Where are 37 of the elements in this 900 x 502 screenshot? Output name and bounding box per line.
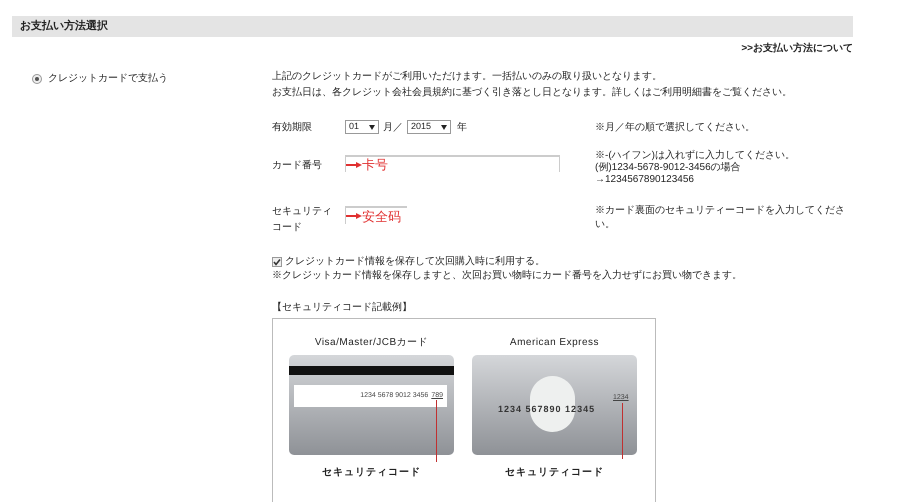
note-text: ※クレジットカード情報を保存しますと、次回お買い物時にカード番号を入力せずにお買い物できます。: [272, 270, 743, 282]
checkbox-label: クレジットカード情報を保存して次回購入時に利用する。: [285, 254, 545, 269]
hint-text: ※-(ハイフン)は入れずに入力してください。: [595, 150, 796, 162]
option-label: クレジットカードで支払う: [48, 72, 168, 86]
card-number-field[interactable]: 卡号: [345, 155, 560, 172]
hint-text: ※月／年の順で選択してください。: [595, 120, 756, 134]
caret-icon: [369, 124, 375, 130]
field-label: カード番号: [272, 158, 323, 173]
card-title: American Express: [510, 336, 600, 350]
annotation-text: 卡号: [362, 158, 388, 171]
hint-text: (例)1234-5678-9012-3456の場合: [595, 162, 742, 174]
notice-text: 上記のクレジットカードがご利用いただけます。一括払いのみの取り扱いとなります。: [272, 71, 663, 83]
leader-line: [622, 403, 623, 459]
payment-info-link[interactable]: >>お支払い方法について: [741, 41, 853, 56]
unit-label: 年: [457, 120, 467, 134]
unit-label: 月／: [383, 120, 403, 134]
section-title: お支払い方法選択: [20, 18, 108, 34]
example-title: 【セキュリティコード記載例】: [272, 300, 413, 315]
security-code-field[interactable]: 安全码: [345, 206, 407, 224]
annotation-text: 安全码: [362, 210, 401, 222]
notice-text: お支払日は、各クレジット会社会員規約に基づく引き落とし日となります。詳しくはご利用明細書をご覧ください。: [272, 87, 792, 99]
card-title: Visa/Master/JCBカード: [314, 336, 428, 350]
security-code-label: セキュリティコード: [322, 466, 421, 480]
year-select[interactable]: 2015: [407, 120, 451, 134]
security-code-label: セキュリティコード: [505, 466, 604, 480]
card-number-text: 1234 567890 12345: [498, 403, 596, 416]
arrow-icon: [346, 213, 362, 219]
arrow-icon: [346, 162, 362, 168]
hint-text: ※カード裏面のセキュリティーコードを入力してください。: [595, 204, 846, 232]
leader-line: [436, 400, 437, 462]
field-label: 有効期限: [272, 120, 313, 134]
month-select[interactable]: 01: [345, 120, 379, 134]
radio-button[interactable]: [32, 74, 42, 84]
caret-icon: [441, 124, 447, 130]
hint-text: →1234567890123456: [595, 174, 695, 186]
field-label: セキュリティコード: [272, 205, 333, 235]
checkbox[interactable]: [272, 256, 282, 266]
